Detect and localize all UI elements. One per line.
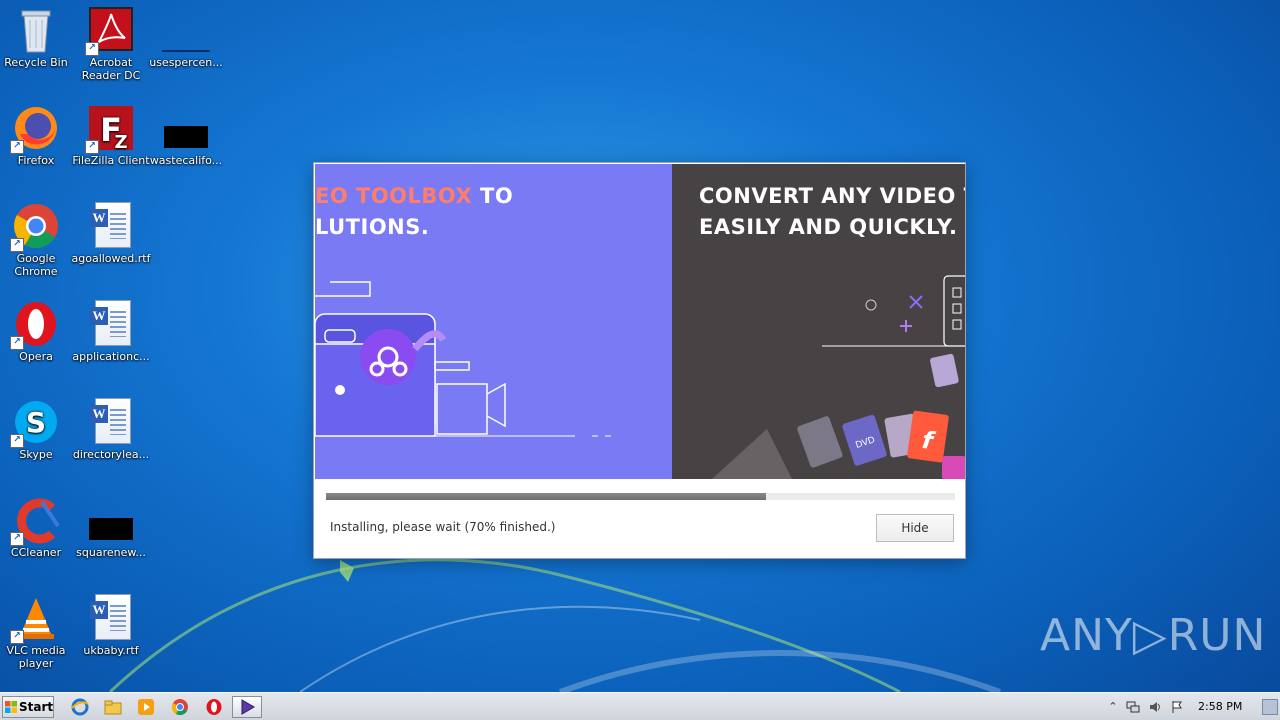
desktop-icon-label: Acrobat Reader DC (81, 56, 141, 82)
installer-window: EO TOOLBOX TO LUTIONS. CONVERT ANY VIDEO… (314, 163, 965, 558)
windows-logo-icon (5, 701, 17, 713)
desktop-icon-label: Google Chrome (14, 252, 58, 278)
chrome-icon[interactable] (168, 696, 192, 718)
desktop-icon-chrome[interactable]: ↗ Google Chrome (0, 202, 76, 278)
media-player-icon[interactable] (134, 696, 158, 718)
banner-slide-toolbox: EO TOOLBOX TO LUTIONS. (315, 164, 672, 479)
word-document-icon: W (87, 398, 135, 446)
system-tray: ⌃ 2:58 PM (1102, 693, 1280, 720)
desktop-icon-ccleaner[interactable]: ↗ CCleaner (0, 496, 76, 559)
shortcut-arrow-icon: ↗ (10, 630, 24, 644)
clock[interactable]: 2:58 PM (1198, 700, 1242, 713)
shortcut-arrow-icon: ↗ (10, 532, 24, 546)
desktop-icon-label: ukbaby.rtf (83, 644, 139, 657)
desktop-icon-label: usespercen... (149, 56, 223, 69)
toolbox-illustration (315, 281, 611, 437)
ccleaner-icon: ↗ (10, 496, 60, 546)
file-thumbnail-icon (162, 6, 210, 54)
opera-icon: ↗ (10, 300, 60, 350)
installer-app-icon[interactable] (232, 696, 262, 718)
desktop-icon-wastecalifo[interactable]: wastecalifo... (146, 104, 226, 167)
install-progress-bar (326, 493, 955, 500)
acrobat-icon: ↗ (85, 6, 135, 56)
shortcut-arrow-icon: ↗ (10, 238, 24, 252)
desktop-icon-label: squarenew... (76, 546, 146, 559)
desktop-icon-label: FileZilla Client (72, 154, 150, 167)
desktop-icon-label: agoallowed.rtf (71, 252, 151, 265)
svg-text:S: S (26, 406, 46, 439)
shortcut-arrow-icon: ↗ (10, 140, 24, 154)
desktop-icon-skype[interactable]: S ↗ Skype (0, 398, 76, 461)
install-status-text: Installing, please wait (70% finished.) (330, 520, 556, 534)
desktop-icon-directorylea[interactable]: W directorylea... (71, 398, 151, 461)
file-thumbnail-icon (87, 496, 135, 544)
anyrun-watermark: ANY▷RUN (1040, 610, 1267, 661)
desktop-icon-opera[interactable]: ↗ Opera (0, 300, 76, 363)
desktop-icon-firefox[interactable]: ↗ Firefox (0, 104, 76, 167)
desktop-icon-usespercent[interactable]: usespercen... (146, 6, 226, 69)
desktop-icon-label: Recycle Bin (4, 56, 68, 69)
network-icon[interactable] (1126, 700, 1140, 714)
skype-icon: S ↗ (10, 398, 60, 448)
chrome-icon: ↗ (10, 202, 60, 252)
converter-illustration: DVD f (712, 275, 965, 479)
desktop-icon-recycle-bin[interactable]: Recycle Bin (0, 6, 76, 69)
desktop-icon-label: Skype (19, 448, 53, 461)
shortcut-arrow-icon: ↗ (85, 42, 99, 56)
taskbar: Start ⌃ 2:58 PM (0, 692, 1280, 720)
desktop-icon-label: CCleaner (10, 546, 62, 559)
svg-text:Z: Z (114, 132, 127, 152)
word-document-icon: W (87, 594, 135, 642)
desktop-icon-applicationc[interactable]: W applicationc... (71, 300, 151, 363)
desktop: Recycle Bin ↗ Firefox ↗ Google Chrome ↗ … (0, 0, 1280, 720)
desktop-icon-filezilla[interactable]: FZ ↗ FileZilla Client (71, 104, 151, 167)
show-desktop-button[interactable] (1262, 699, 1278, 715)
desktop-icon-label: directorylea... (72, 448, 150, 461)
action-center-flag-icon[interactable] (1170, 700, 1184, 714)
promo-banner: EO TOOLBOX TO LUTIONS. CONVERT ANY VIDEO… (315, 164, 965, 479)
desktop-icon-vlc[interactable]: ↗ VLC media player (0, 594, 76, 670)
install-progress-fill (326, 493, 767, 500)
word-document-icon: W (87, 202, 135, 250)
desktop-icon-label: Firefox (17, 154, 55, 167)
desktop-icon-agoallowed[interactable]: W agoallowed.rtf (71, 202, 151, 265)
shortcut-arrow-icon: ↗ (10, 434, 24, 448)
desktop-icon-acrobat[interactable]: ↗ Acrobat Reader DC (71, 6, 151, 82)
desktop-icon-label: wastecalifo... (149, 154, 223, 167)
firefox-icon: ↗ (10, 104, 60, 154)
internet-explorer-icon[interactable] (68, 696, 92, 718)
desktop-icon-label: applicationc... (72, 350, 150, 363)
desktop-icon-squarenew[interactable]: squarenew... (71, 496, 151, 559)
desktop-icon-ukbaby[interactable]: W ukbaby.rtf (71, 594, 151, 657)
filezilla-icon: FZ ↗ (85, 104, 135, 154)
start-button[interactable]: Start (2, 696, 54, 718)
start-label: Start (19, 700, 54, 714)
explorer-icon[interactable] (101, 696, 125, 718)
vlc-icon: ↗ (10, 594, 60, 644)
banner-slide-converter: CONVERT ANY VIDEO TO OV EASILY AND QUICK… (672, 164, 965, 479)
desktop-icon-label: Opera (19, 350, 53, 363)
show-hidden-icons-icon[interactable]: ⌃ (1106, 700, 1120, 714)
volume-icon[interactable] (1148, 700, 1162, 714)
word-document-icon: W (87, 300, 135, 348)
shortcut-arrow-icon: ↗ (10, 336, 24, 350)
hide-button[interactable]: Hide (876, 514, 954, 542)
shortcut-arrow-icon: ↗ (85, 140, 99, 154)
file-thumbnail-icon (162, 104, 210, 152)
recycle-bin-icon (12, 6, 60, 54)
desktop-icon-label: VLC media player (6, 644, 66, 670)
opera-icon[interactable] (202, 696, 226, 718)
